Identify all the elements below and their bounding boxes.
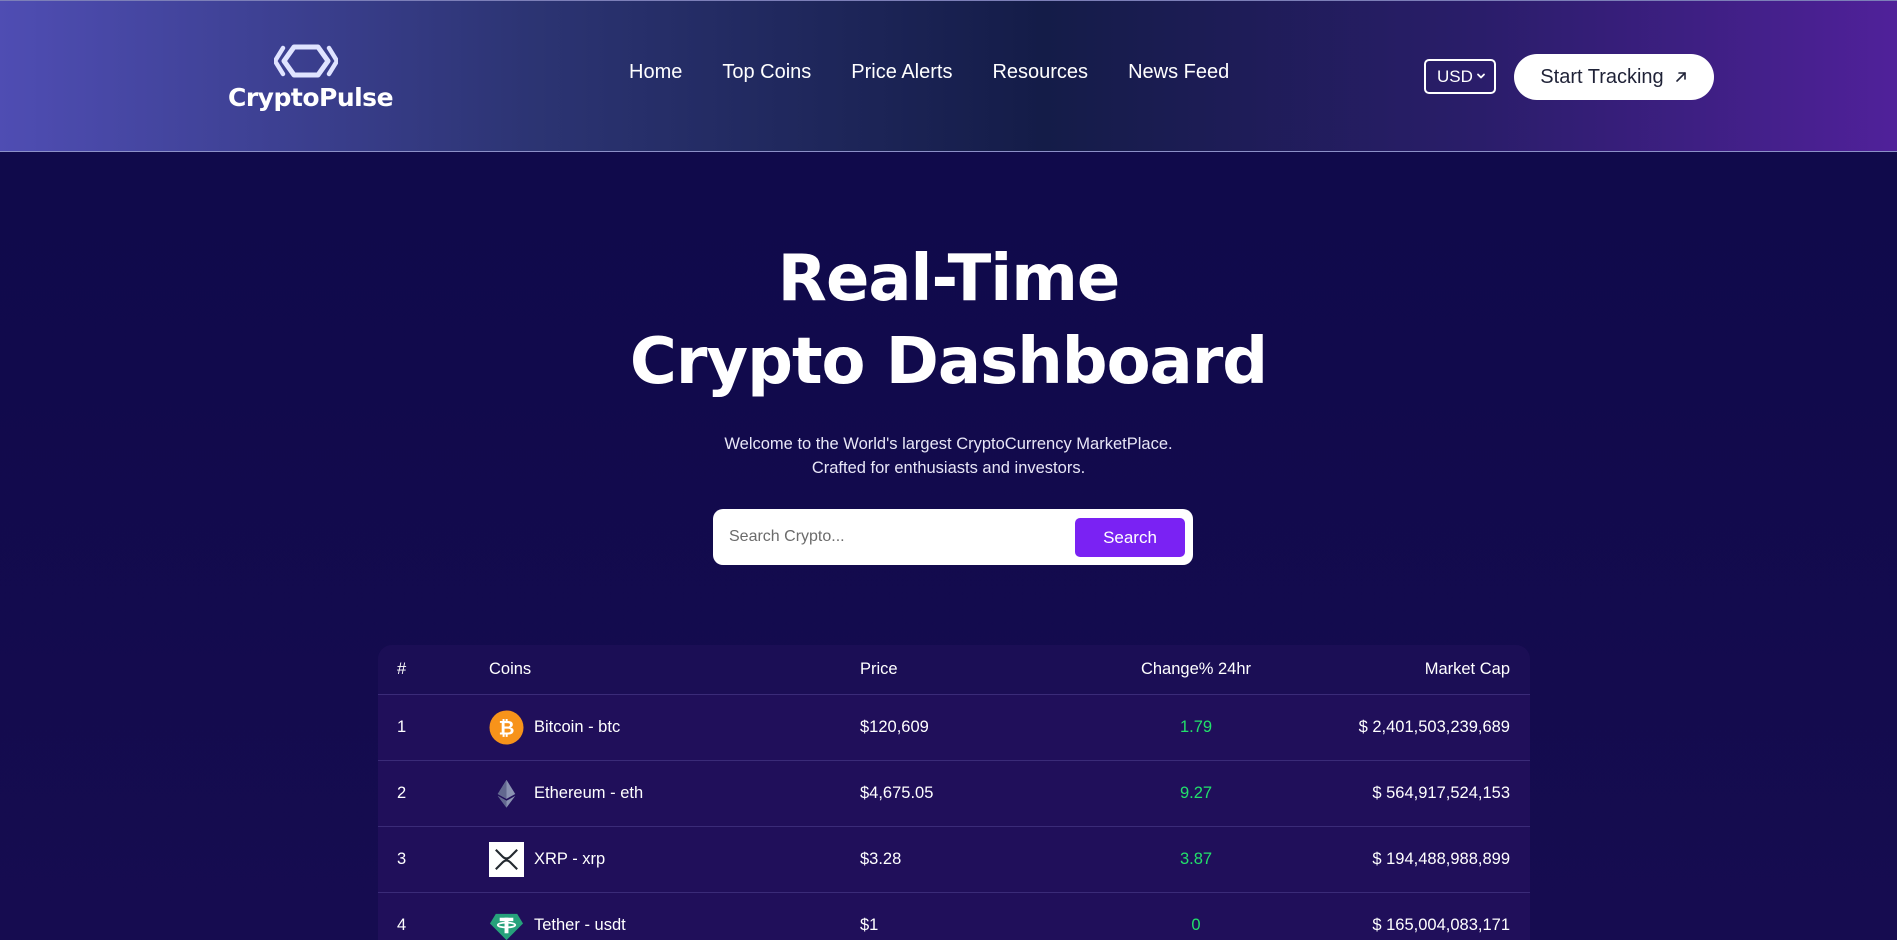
bitcoin-icon: ₿ bbox=[489, 710, 524, 745]
hero-title-line1: Real-Time bbox=[777, 242, 1121, 316]
ethereum-icon bbox=[497, 779, 516, 808]
main-nav: Home Top Coins Price Alerts Resources Ne… bbox=[629, 61, 1229, 84]
brand-name: CryptoPulse bbox=[228, 83, 394, 112]
row-price: $3.28 bbox=[860, 850, 902, 868]
hero-subtitle-line1: Welcome to the World's largest CryptoCur… bbox=[724, 435, 1173, 453]
coin-name: Tether - usdt bbox=[534, 916, 626, 934]
svg-text:₿: ₿ bbox=[499, 716, 515, 739]
table-row[interactable]: 4 Tether - usdt $1 0 $ 165,004,083,171 bbox=[378, 893, 1530, 940]
header-market-cap: Market Cap bbox=[1424, 660, 1510, 678]
coin-table: # Coins Price Change% 24hr Market Cap 1 … bbox=[378, 645, 1530, 940]
table-row[interactable]: 3 XRP - xrp $3.28 3.87 $ 194,488,988,899 bbox=[378, 827, 1530, 893]
hero-title: Real-Time Crypto Dashboard bbox=[0, 238, 1897, 404]
nav-top-coins[interactable]: Top Coins bbox=[722, 61, 811, 84]
hero-title-line2: Crypto Dashboard bbox=[629, 325, 1268, 399]
navbar: CryptoPulse Home Top Coins Price Alerts … bbox=[0, 0, 1897, 152]
row-change: 3.87 bbox=[1179, 850, 1213, 868]
row-change: 0 bbox=[1191, 916, 1201, 934]
row-price: $4,675.05 bbox=[860, 784, 934, 802]
row-price: $1 bbox=[860, 916, 879, 934]
coin-name: Ethereum - eth bbox=[534, 784, 644, 802]
xrp-icon bbox=[489, 842, 524, 877]
row-coin: Tether - usdt bbox=[489, 893, 626, 940]
header-change: Change% 24hr bbox=[1140, 660, 1252, 678]
row-rank: 1 bbox=[397, 718, 407, 736]
row-rank: 3 bbox=[397, 850, 407, 868]
header-price: Price bbox=[860, 660, 898, 678]
search-form: Search bbox=[713, 509, 1193, 565]
chevron-down-icon bbox=[1477, 73, 1485, 79]
hero-subtitle-line2: Crafted for enthusiasts and investors. bbox=[811, 459, 1086, 477]
nav-home[interactable]: Home bbox=[629, 61, 682, 84]
row-rank: 4 bbox=[397, 916, 407, 934]
row-market-cap: $ 564,917,524,153 bbox=[1372, 784, 1510, 802]
row-coin: ₿ Bitcoin - btc bbox=[489, 695, 620, 760]
row-change: 1.79 bbox=[1179, 718, 1213, 736]
tether-icon bbox=[489, 913, 524, 940]
row-rank: 2 bbox=[397, 784, 407, 802]
row-change: 9.27 bbox=[1179, 784, 1213, 802]
start-tracking-button[interactable]: Start Tracking bbox=[1514, 54, 1714, 100]
arrow-up-right-icon bbox=[1675, 72, 1686, 82]
currency-select[interactable]: USD bbox=[1424, 59, 1496, 94]
coin-name: XRP - xrp bbox=[534, 850, 606, 868]
nav-price-alerts[interactable]: Price Alerts bbox=[851, 61, 952, 84]
search-input[interactable] bbox=[729, 519, 1069, 555]
coin-name: Bitcoin - btc bbox=[534, 718, 621, 736]
header-rank: # bbox=[397, 660, 407, 678]
hexagon-chevrons-icon bbox=[274, 44, 338, 78]
table-header: # Coins Price Change% 24hr Market Cap bbox=[378, 645, 1530, 695]
start-tracking-label: Start Tracking bbox=[1540, 65, 1664, 88]
nav-news-feed[interactable]: News Feed bbox=[1128, 61, 1229, 84]
hero-subtitle: Welcome to the World's largest CryptoCur… bbox=[0, 432, 1897, 480]
row-price: $120,609 bbox=[860, 718, 929, 736]
row-market-cap: $ 2,401,503,239,689 bbox=[1358, 718, 1510, 736]
row-coin: Ethereum - eth bbox=[489, 761, 643, 826]
search-button[interactable]: Search bbox=[1075, 518, 1185, 557]
brand-logo[interactable]: CryptoPulse bbox=[228, 43, 394, 118]
header-coins: Coins bbox=[489, 660, 532, 678]
row-coin: XRP - xrp bbox=[489, 827, 605, 892]
row-market-cap: $ 194,488,988,899 bbox=[1372, 850, 1510, 868]
table-row[interactable]: 1 ₿ Bitcoin - btc $120,609 1.79 $ 2,401,… bbox=[378, 695, 1530, 761]
row-market-cap: $ 165,004,083,171 bbox=[1372, 916, 1510, 934]
table-row[interactable]: 2 Ethereum - eth $4,675.05 9.27 $ 564,91… bbox=[378, 761, 1530, 827]
currency-value: USD bbox=[1437, 66, 1473, 86]
nav-resources[interactable]: Resources bbox=[992, 61, 1088, 84]
